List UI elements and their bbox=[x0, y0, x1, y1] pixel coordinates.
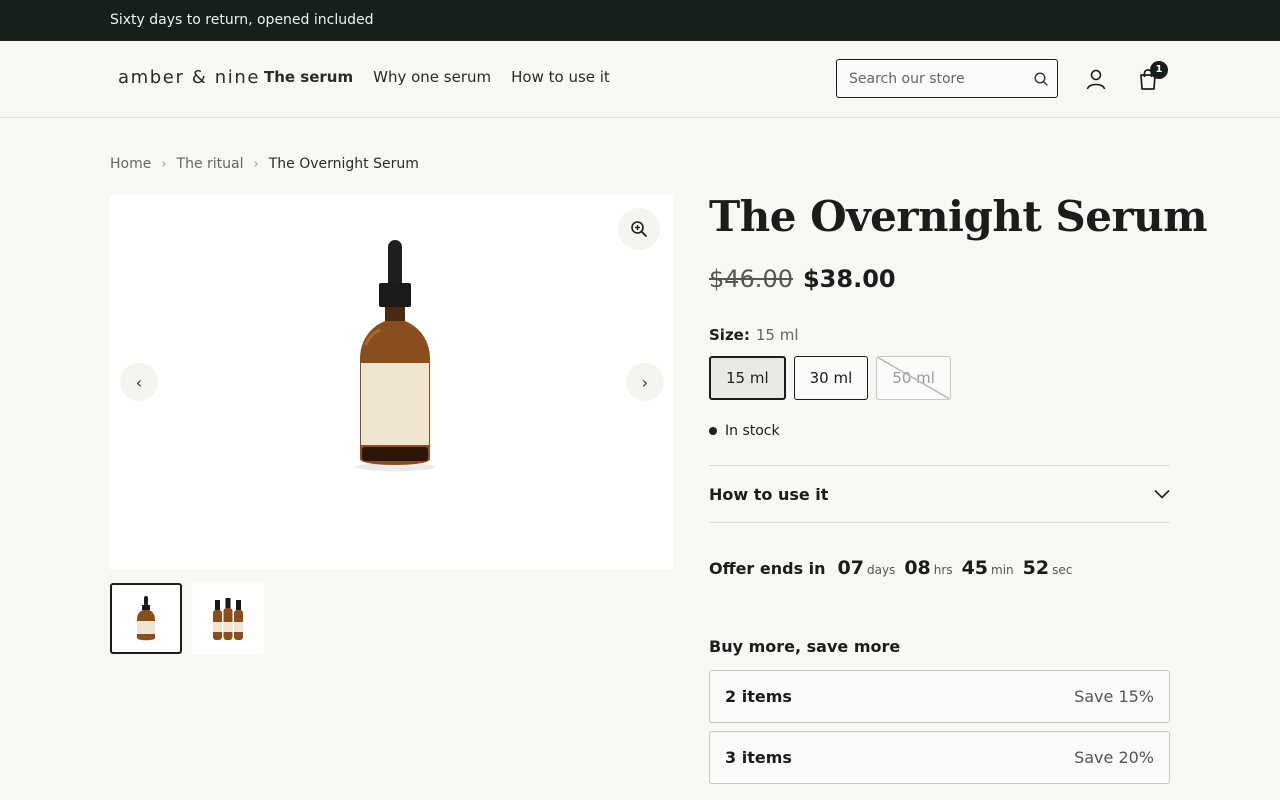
bundle-title: Buy more, save more bbox=[709, 637, 901, 656]
chevron-right-icon: › bbox=[161, 156, 167, 172]
bundle-discount: Save 15% bbox=[1074, 687, 1154, 706]
search-icon[interactable] bbox=[1033, 71, 1049, 87]
cart-count-badge: 1 bbox=[1150, 61, 1168, 79]
breadcrumb: Home › The ritual › The Overnight Serum bbox=[110, 156, 419, 172]
sale-price: $38.00 bbox=[802, 265, 896, 293]
price-block: $46.00 $38.00 bbox=[709, 265, 896, 293]
breadcrumb-current: The Overnight Serum bbox=[268, 156, 419, 172]
size-option-50ml[interactable]: 50 ml bbox=[876, 356, 951, 400]
search-input[interactable] bbox=[849, 69, 1024, 89]
countdown-hours-unit: hrs bbox=[933, 563, 953, 577]
countdown-seconds-unit: sec bbox=[1052, 563, 1073, 577]
nav-item-how-to-use-it[interactable]: How to use it bbox=[511, 68, 610, 86]
thumbnail-three-bottles[interactable] bbox=[192, 583, 264, 654]
nav-item-why-one-serum[interactable]: Why one serum bbox=[373, 68, 491, 86]
countdown-hours: 08 bbox=[904, 557, 931, 579]
stock-status: In stock bbox=[709, 423, 780, 439]
chevron-right-icon: › bbox=[641, 372, 649, 392]
bundle-option-2-items[interactable]: 2 items Save 15% bbox=[709, 670, 1170, 723]
zoom-button[interactable] bbox=[618, 208, 660, 250]
account-icon[interactable] bbox=[1085, 68, 1107, 90]
zoom-in-icon bbox=[631, 221, 647, 237]
store-logo[interactable]: amber & nine bbox=[118, 67, 260, 88]
size-label: Size: 15 ml bbox=[709, 326, 799, 344]
thumbnail-strip bbox=[110, 583, 264, 654]
chevron-down-icon bbox=[1154, 489, 1170, 499]
size-selected-value: 15 ml bbox=[755, 326, 799, 344]
search-box bbox=[836, 59, 1058, 98]
size-label-text: Size: bbox=[709, 326, 750, 344]
bundle-option-3-items[interactable]: 3 items Save 20% bbox=[709, 731, 1170, 784]
chevron-left-icon: ‹ bbox=[135, 372, 143, 392]
main-nav: The serum Why one serum How to use it bbox=[264, 68, 610, 86]
size-option-15ml[interactable]: 15 ml bbox=[709, 356, 786, 400]
stock-dot-icon bbox=[709, 427, 717, 435]
countdown-minutes-unit: min bbox=[991, 563, 1014, 577]
countdown-days-unit: days bbox=[867, 563, 896, 577]
nav-item-the-serum[interactable]: The serum bbox=[264, 68, 353, 86]
bundle-discount: Save 20% bbox=[1074, 748, 1154, 767]
compare-at-price: $46.00 bbox=[709, 265, 793, 293]
gallery-next-button[interactable]: › bbox=[626, 363, 664, 401]
chevron-right-icon: › bbox=[253, 156, 259, 172]
thumbnail-image bbox=[137, 595, 155, 640]
breadcrumb-home[interactable]: Home bbox=[110, 156, 151, 172]
bundle-qty: 2 items bbox=[725, 687, 792, 706]
product-image-gallery: ‹ › bbox=[110, 195, 673, 570]
offer-countdown: Offer ends in 07 days 08 hrs 45 min 52 sec bbox=[709, 557, 1081, 579]
gallery-prev-button[interactable]: ‹ bbox=[120, 363, 158, 401]
announcement-text: Sixty days to return, opened included bbox=[110, 12, 374, 28]
accordion-how-to-use[interactable]: How to use it bbox=[709, 465, 1170, 523]
size-selector: 15 ml 30 ml 50 ml bbox=[709, 356, 951, 400]
product-image-serum-bottle[interactable] bbox=[350, 235, 440, 485]
thumbnail-image bbox=[213, 597, 243, 640]
announcement-bar: Sixty days to return, opened included bbox=[0, 0, 1280, 41]
countdown-seconds: 52 bbox=[1022, 557, 1050, 579]
countdown-days: 07 bbox=[837, 557, 864, 579]
accordion-title: How to use it bbox=[709, 484, 829, 504]
countdown-minutes: 45 bbox=[961, 557, 989, 579]
stock-text: In stock bbox=[725, 423, 780, 439]
size-option-30ml[interactable]: 30 ml bbox=[793, 356, 869, 400]
thumbnail-single-bottle[interactable] bbox=[110, 583, 182, 654]
site-header: amber & nine The serum Why one serum How… bbox=[0, 41, 1280, 118]
unavailable-strike bbox=[877, 357, 950, 399]
product-title: The Overnight Serum bbox=[709, 192, 1208, 241]
bundle-qty: 3 items bbox=[725, 748, 792, 767]
offer-label: Offer ends in bbox=[709, 559, 826, 578]
breadcrumb-the-ritual[interactable]: The ritual bbox=[177, 156, 244, 172]
